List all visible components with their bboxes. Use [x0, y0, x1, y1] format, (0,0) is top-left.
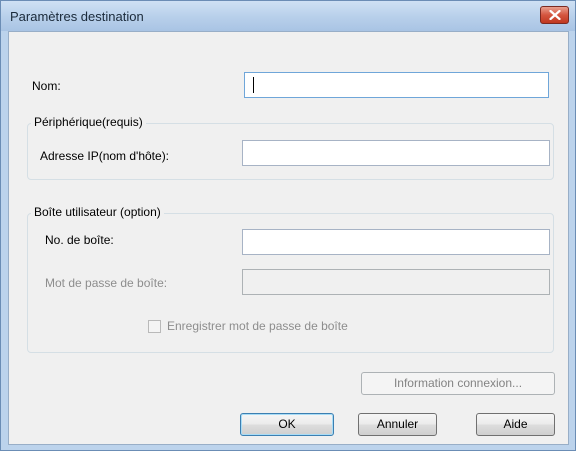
annuler-button[interactable]: Annuler [358, 413, 437, 436]
adresse-ip-input[interactable] [242, 140, 550, 166]
adresse-ip-label: Adresse IP(nom d'hôte): [40, 149, 170, 163]
nom-label: Nom: [32, 79, 61, 93]
enregistrer-checkbox[interactable] [148, 320, 161, 333]
boite-utilisateur-group-title: Boîte utilisateur (option) [31, 205, 164, 219]
close-icon [549, 10, 561, 20]
peripherique-group-title: Périphérique(requis) [31, 115, 146, 129]
close-button[interactable] [540, 6, 569, 24]
dialog-window: Paramètres destination Nom: Périphérique… [0, 0, 576, 451]
no-boite-label: No. de boîte: [45, 233, 114, 247]
dialog-body: Nom: Périphérique(requis) Adresse IP(nom… [8, 31, 569, 445]
mot-de-passe-input[interactable] [242, 269, 550, 295]
mot-de-passe-label: Mot de passe de boîte: [45, 276, 168, 290]
window-title: Paramètres destination [10, 9, 144, 24]
text-caret [253, 77, 254, 93]
enregistrer-checkbox-label[interactable]: Enregistrer mot de passe de boîte [167, 319, 348, 333]
ok-button[interactable]: OK [240, 413, 334, 436]
aide-button[interactable]: Aide [476, 413, 555, 436]
information-connexion-button[interactable]: Information connexion... [361, 372, 555, 395]
title-bar[interactable]: Paramètres destination [1, 1, 575, 31]
nom-input[interactable] [244, 72, 549, 98]
no-boite-input[interactable] [242, 229, 550, 255]
